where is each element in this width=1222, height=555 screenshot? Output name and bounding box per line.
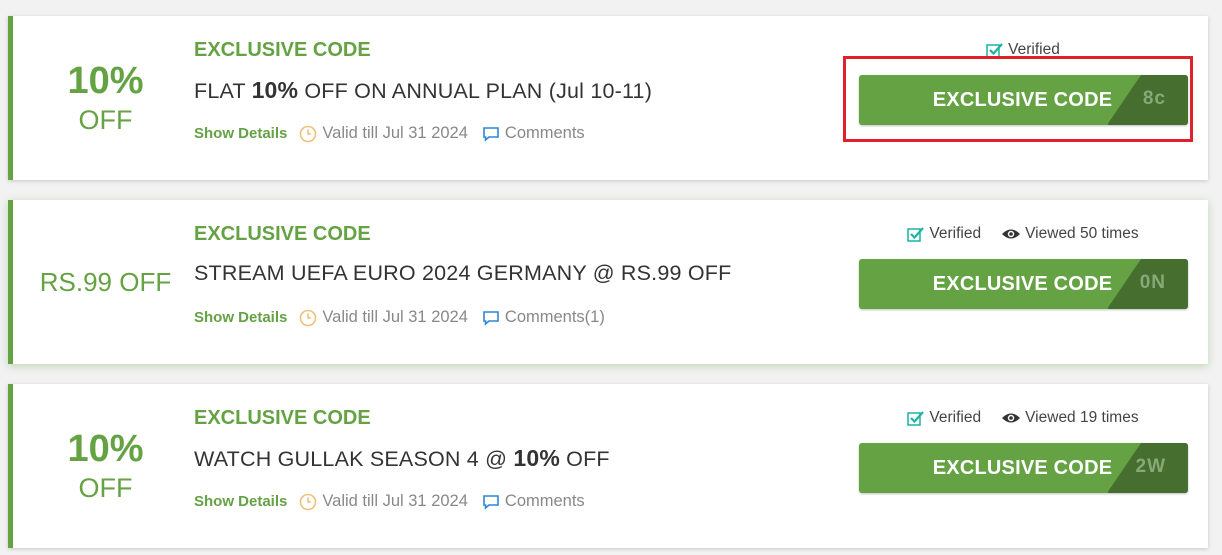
views-text: Viewed 19 times — [1025, 409, 1139, 426]
validity-text: Valid till Jul 31 2024 — [322, 308, 468, 326]
validity-text: Valid till Jul 31 2024 — [322, 492, 468, 510]
coupon-stats: Verified Viewed 50 times — [838, 225, 1208, 243]
code-button-label: EXCLUSIVE CODE — [932, 273, 1113, 295]
exclusive-code-button[interactable]: 2W EXCLUSIVE CODE — [859, 443, 1188, 493]
clock-icon — [300, 493, 317, 510]
comments-text: Comments — [504, 492, 585, 510]
validity: Valid till Jul 31 2024 — [299, 308, 468, 327]
coupon-title-post: OFF — [559, 447, 610, 471]
verified-badge: Verified — [986, 41, 1060, 59]
coupon-card: 10% OFF EXCLUSIVE CODE FLAT 10% OFF ON A… — [8, 16, 1208, 180]
coupon-card: 10% OFF EXCLUSIVE CODE WATCH GULLAK SEAS… — [8, 384, 1208, 548]
discount-value: 10% — [67, 60, 144, 102]
verified-badge: Verified — [907, 409, 981, 427]
validity: Valid till Jul 31 2024 — [299, 492, 468, 511]
exclusive-code-button[interactable]: 0N EXCLUSIVE CODE — [859, 259, 1188, 309]
verified-text: Verified — [929, 409, 982, 426]
discount-value: RS.99 OFF — [39, 267, 172, 297]
coupon-type: EXCLUSIVE CODE — [194, 223, 371, 245]
discount-suffix: OFF — [78, 473, 133, 503]
comments-link[interactable]: Comments(1) — [482, 308, 605, 327]
eye-icon — [1002, 413, 1021, 423]
coupon-title: WATCH GULLAK SEASON 4 @ 10% OFF — [194, 445, 610, 472]
clock-icon — [300, 125, 317, 142]
comments-text: Comments — [504, 124, 585, 142]
coupon-stats: Verified — [838, 41, 1208, 59]
coupon-title-pre: FLAT — [194, 79, 252, 103]
verified-text: Verified — [929, 225, 982, 242]
validity-text: Valid till Jul 31 2024 — [322, 124, 468, 142]
verified-check-icon — [907, 411, 925, 426]
discount-value: 10% — [67, 428, 144, 470]
verified-check-icon — [986, 43, 1003, 58]
code-button-label: EXCLUSIVE CODE — [932, 89, 1113, 111]
coupon-type: EXCLUSIVE CODE — [194, 39, 371, 61]
views-count: Viewed 19 times — [1001, 409, 1139, 427]
show-details-link[interactable]: Show Details — [194, 125, 287, 142]
comments-text: Comments(1) — [504, 308, 605, 326]
code-button-label: EXCLUSIVE CODE — [932, 457, 1113, 479]
comment-icon — [483, 494, 499, 510]
discount-badge: 10% OFF — [13, 16, 198, 180]
comment-icon — [483, 310, 499, 326]
verified-badge: Verified — [907, 225, 981, 243]
comments-link[interactable]: Comments — [482, 492, 585, 511]
comments-link[interactable]: Comments — [482, 124, 585, 143]
coupon-card: RS.99 OFF EXCLUSIVE CODE STREAM UEFA EUR… — [8, 200, 1208, 364]
validity: Valid till Jul 31 2024 — [299, 124, 468, 143]
coupon-stats: Verified Viewed 19 times — [838, 409, 1208, 427]
verified-text: Verified — [1008, 41, 1060, 58]
verified-check-icon — [907, 227, 925, 242]
coupon-meta: Show Details Valid till Jul 31 2024 Comm… — [194, 492, 585, 511]
discount-suffix: OFF — [78, 105, 133, 135]
coupon-title-bold: 10% — [513, 445, 560, 471]
show-details-link[interactable]: Show Details — [194, 493, 287, 510]
comment-icon — [483, 126, 499, 142]
views-text: Viewed 50 times — [1025, 225, 1139, 242]
coupon-title-bold: 10% — [251, 77, 299, 103]
coupon-title-post: OFF ON ANNUAL PLAN (Jul 10-11) — [298, 79, 653, 103]
coupon-title: STREAM UEFA EURO 2024 GERMANY @ RS.99 OF… — [194, 261, 732, 285]
coupon-title: FLAT 10% OFF ON ANNUAL PLAN (Jul 10-11) — [194, 77, 652, 104]
coupon-meta: Show Details Valid till Jul 31 2024 Comm… — [194, 308, 605, 327]
discount-badge: RS.99 OFF — [13, 200, 198, 364]
eye-icon — [1002, 229, 1021, 239]
coupon-type: EXCLUSIVE CODE — [194, 407, 371, 429]
coupon-meta: Show Details Valid till Jul 31 2024 Comm… — [194, 124, 585, 143]
show-details-link[interactable]: Show Details — [194, 309, 287, 326]
views-count: Viewed 50 times — [1001, 225, 1139, 243]
clock-icon — [300, 309, 317, 326]
discount-badge: 10% OFF — [13, 384, 198, 548]
coupon-title-pre: WATCH GULLAK SEASON 4 @ — [194, 447, 514, 471]
exclusive-code-button[interactable]: 8c EXCLUSIVE CODE — [859, 75, 1188, 125]
